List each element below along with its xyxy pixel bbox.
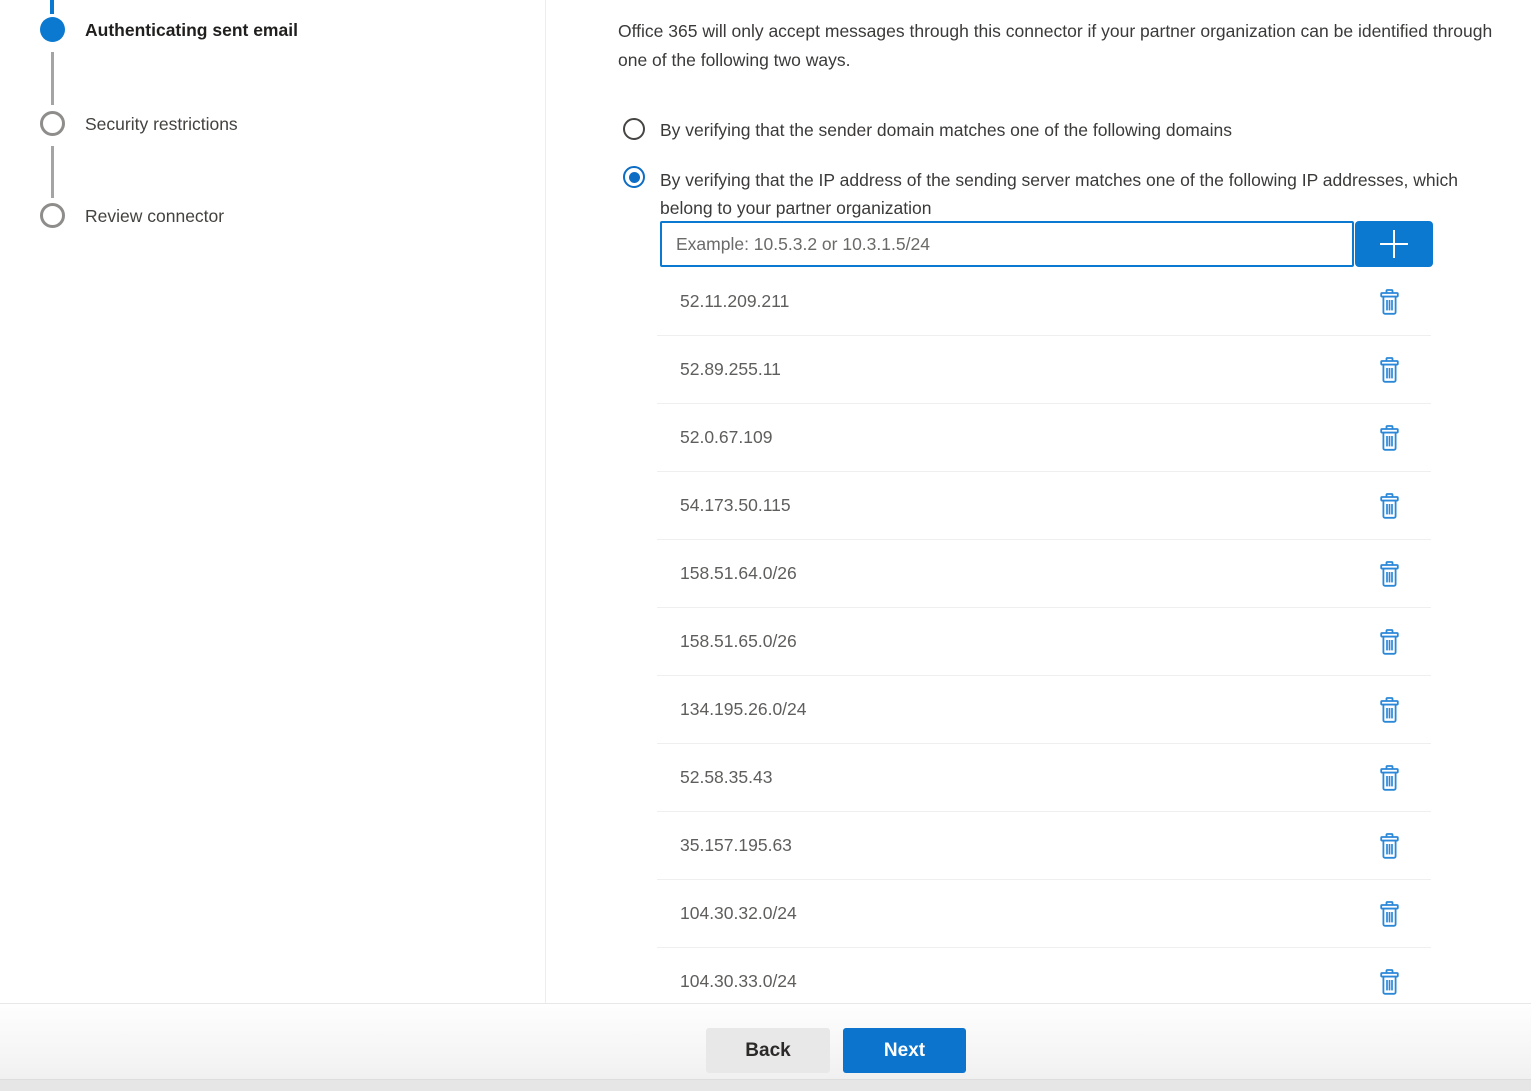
radio-unselected-icon[interactable] <box>623 118 645 140</box>
ip-row: 104.30.32.0/24 <box>657 880 1431 948</box>
nav-content-divider <box>545 0 546 1003</box>
step-label-security[interactable]: Security restrictions <box>85 114 238 135</box>
trash-icon <box>1377 560 1402 588</box>
radio-selected-icon[interactable] <box>623 166 645 188</box>
delete-ip-button[interactable] <box>1375 490 1404 522</box>
trash-icon <box>1377 832 1402 860</box>
ip-row: 35.157.195.63 <box>657 812 1431 880</box>
ip-row: 52.89.255.11 <box>657 336 1431 404</box>
delete-ip-button[interactable] <box>1375 354 1404 386</box>
next-button[interactable]: Next <box>843 1028 966 1073</box>
ip-value: 158.51.65.0/26 <box>680 631 1375 652</box>
ip-value: 54.173.50.115 <box>680 495 1375 516</box>
wizard-steps-nav: Authenticating sent email Security restr… <box>0 0 545 1003</box>
delete-ip-button[interactable] <box>1375 422 1404 454</box>
trash-icon <box>1377 696 1402 724</box>
plus-icon <box>1378 228 1410 260</box>
step-indicator-security <box>40 111 65 136</box>
step-rail-segment <box>50 0 54 14</box>
ip-row: 134.195.26.0/24 <box>657 676 1431 744</box>
authenticating-step-content: Office 365 will only accept messages thr… <box>618 0 1531 1003</box>
ip-row: 104.30.33.0/24 <box>657 948 1431 1003</box>
step-label-review[interactable]: Review connector <box>85 206 224 227</box>
delete-ip-button[interactable] <box>1375 558 1404 590</box>
connector-wizard-page: Authenticating sent email Security restr… <box>0 0 1531 1091</box>
delete-ip-button[interactable] <box>1375 966 1404 998</box>
delete-ip-button[interactable] <box>1375 898 1404 930</box>
step-connector-line <box>51 146 54 198</box>
trash-icon <box>1377 424 1402 452</box>
delete-ip-button[interactable] <box>1375 694 1404 726</box>
step-connector-line <box>51 52 54 105</box>
wizard-footer: Back Next <box>0 1003 1531 1091</box>
ip-row: 52.0.67.109 <box>657 404 1431 472</box>
delete-ip-button[interactable] <box>1375 830 1404 862</box>
delete-ip-button[interactable] <box>1375 762 1404 794</box>
trash-icon <box>1377 356 1402 384</box>
trash-icon <box>1377 900 1402 928</box>
ip-value: 104.30.32.0/24 <box>680 903 1375 924</box>
ip-row: 52.11.209.211 <box>657 268 1431 336</box>
trash-icon <box>1377 288 1402 316</box>
delete-ip-button[interactable] <box>1375 286 1404 318</box>
ip-value: 158.51.64.0/26 <box>680 563 1375 584</box>
option-ip-address-label: By verifying that the IP address of the … <box>660 166 1482 222</box>
ip-value: 52.89.255.11 <box>680 359 1375 380</box>
ip-address-input[interactable] <box>660 221 1354 267</box>
bottom-strip <box>0 1079 1531 1091</box>
intro-text: Office 365 will only accept messages thr… <box>618 17 1526 74</box>
ip-list: 52.11.209.211 52.89.255.11 <box>657 268 1431 1003</box>
back-button[interactable]: Back <box>706 1028 830 1073</box>
option-sender-domain-label: By verifying that the sender domain matc… <box>660 119 1232 141</box>
ip-value: 52.11.209.211 <box>680 291 1375 312</box>
ip-row: 158.51.64.0/26 <box>657 540 1431 608</box>
ip-row: 54.173.50.115 <box>657 472 1431 540</box>
delete-ip-button[interactable] <box>1375 626 1404 658</box>
ip-value: 35.157.195.63 <box>680 835 1375 856</box>
ip-value: 52.58.35.43 <box>680 767 1375 788</box>
trash-icon <box>1377 628 1402 656</box>
ip-value: 134.195.26.0/24 <box>680 699 1375 720</box>
option-sender-domain[interactable]: By verifying that the sender domain matc… <box>623 118 1232 141</box>
add-ip-button[interactable] <box>1355 221 1433 267</box>
trash-icon <box>1377 764 1402 792</box>
ip-row: 52.58.35.43 <box>657 744 1431 812</box>
ip-entry-row <box>660 221 1433 267</box>
step-indicator-review <box>40 203 65 228</box>
ip-value: 52.0.67.109 <box>680 427 1375 448</box>
ip-row: 158.51.65.0/26 <box>657 608 1431 676</box>
step-label-authenticating[interactable]: Authenticating sent email <box>85 20 298 41</box>
option-ip-address[interactable]: By verifying that the IP address of the … <box>623 166 1482 222</box>
step-indicator-authenticating <box>40 17 65 42</box>
ip-value: 104.30.33.0/24 <box>680 971 1375 992</box>
trash-icon <box>1377 492 1402 520</box>
trash-icon <box>1377 968 1402 996</box>
